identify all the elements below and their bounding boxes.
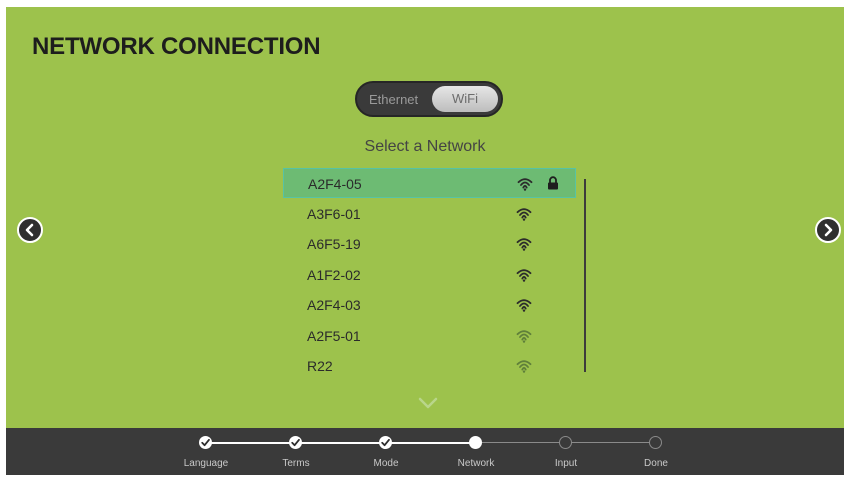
network-name: A3F6-01	[307, 205, 361, 222]
progress-connector	[476, 442, 566, 443]
next-button[interactable]	[815, 217, 841, 243]
wifi-signal-icon	[516, 207, 532, 221]
wifi-signal-icon	[516, 329, 532, 343]
ethernet-option[interactable]: Ethernet	[369, 92, 418, 107]
network-row[interactable]: A2F5-01	[283, 321, 576, 351]
wifi-signal-icon	[516, 238, 532, 251]
connection-type-toggle[interactable]: Ethernet WiFi	[355, 81, 503, 117]
checkmark-icon	[381, 438, 390, 447]
checkmark-icon	[291, 438, 300, 447]
step-label: Terms	[282, 458, 310, 469]
wifi-signal-icon	[517, 178, 533, 191]
lock-icon	[548, 176, 558, 190]
wifi-signal-icon	[516, 360, 532, 373]
chevron-right-icon	[824, 223, 833, 237]
step-label: Language	[183, 458, 229, 469]
network-name: A2F4-05	[308, 176, 362, 192]
step-pending-icon	[649, 436, 662, 449]
wifi-option[interactable]: WiFi	[432, 86, 498, 112]
wifi-signal-icon	[516, 299, 532, 312]
step-label: Mode	[373, 458, 399, 469]
progress-connector	[566, 442, 656, 443]
setup-screen: NETWORK CONNECTION Ethernet WiFi Select …	[6, 7, 844, 475]
network-row[interactable]: A1F2-02	[283, 260, 576, 290]
step-label: Input	[554, 458, 578, 469]
page-title: NETWORK CONNECTION	[32, 33, 321, 60]
list-scrollbar[interactable]	[584, 179, 586, 372]
step-complete-icon	[199, 436, 212, 449]
wifi-signal-icon	[516, 268, 532, 282]
network-name: A2F4-03	[307, 297, 361, 313]
step-label: Done	[644, 458, 668, 469]
progress-connector	[386, 442, 476, 444]
network-row[interactable]: A3F6-01	[283, 199, 576, 229]
network-row[interactable]: A6F5-19	[283, 229, 576, 259]
progress-connector	[206, 442, 296, 444]
network-row[interactable]: A2F4-03	[283, 290, 576, 320]
network-list: A2F4-05 A3F6-01 A6F5-19 A1F2-02 A2F4-03 A2F5-…	[283, 168, 576, 379]
network-name: R22	[307, 358, 333, 374]
step-current-icon	[469, 436, 482, 449]
network-name: A1F2-02	[307, 266, 361, 283]
chevron-left-icon	[25, 223, 34, 237]
checkmark-icon	[201, 438, 210, 447]
step-label: Network	[457, 458, 495, 469]
previous-button[interactable]	[17, 217, 43, 243]
chevron-down-icon[interactable]	[418, 397, 438, 409]
network-list-label: Select a Network	[364, 138, 486, 155]
step-pending-icon	[559, 436, 572, 449]
step-complete-icon	[379, 436, 392, 449]
setup-progress-bar: Language Terms Mode Network Input Done	[6, 428, 844, 475]
network-row[interactable]: A2F4-05	[283, 168, 576, 198]
network-name: A6F5-19	[307, 236, 361, 252]
network-row[interactable]: R22	[283, 351, 576, 381]
step-complete-icon	[289, 436, 302, 449]
network-name: A2F5-01	[307, 327, 361, 344]
progress-connector	[296, 442, 386, 444]
